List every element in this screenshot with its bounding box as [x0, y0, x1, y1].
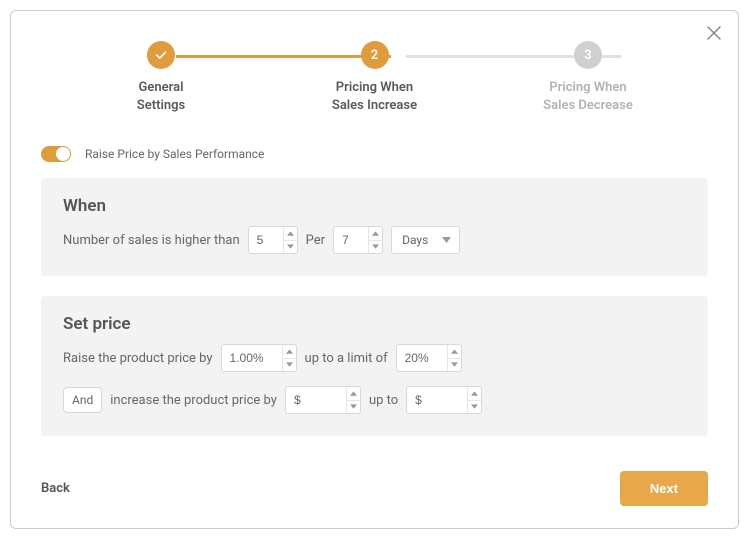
back-button[interactable]: Back — [41, 481, 70, 496]
chevron-up-icon — [284, 227, 297, 241]
chevron-down-icon — [442, 237, 451, 243]
toggle-knob — [56, 147, 70, 161]
chevron-up-icon — [283, 345, 296, 359]
toggle-row: Raise Price by Sales Performance — [41, 146, 708, 162]
per-label: Per — [306, 233, 325, 248]
step-general-settings[interactable]: General Settings — [101, 41, 221, 114]
step-label: Pricing When Sales Increase — [332, 79, 417, 114]
when-panel: When Number of sales is higher than Per … — [41, 178, 708, 276]
raise-percent-field[interactable] — [222, 345, 282, 371]
chevron-up-icon — [369, 227, 382, 241]
stepper-buttons[interactable] — [283, 227, 297, 253]
limit-percent-field[interactable] — [397, 345, 447, 371]
step-pricing-decrease[interactable]: 3 Pricing When Sales Decrease — [528, 41, 648, 114]
panel-title-setprice: Set price — [63, 314, 686, 334]
panel-title-when: When — [63, 196, 686, 216]
wizard-footer: Back Next — [41, 471, 708, 506]
increase-amount-input[interactable] — [285, 386, 361, 414]
increase-amount-field[interactable] — [286, 387, 346, 413]
stepper-buttons[interactable] — [447, 345, 461, 371]
upto-text: up to — [369, 393, 398, 408]
limit-text: up to a limit of — [305, 351, 388, 366]
select-value: Days — [402, 233, 428, 247]
increase-text: increase the product price by — [110, 393, 277, 408]
toggle-label: Raise Price by Sales Performance — [85, 147, 264, 161]
chevron-up-icon — [468, 387, 481, 401]
stepper-buttons[interactable] — [282, 345, 296, 371]
chevron-down-icon — [369, 241, 382, 254]
per-count-field[interactable] — [334, 227, 368, 253]
raise-percent-input[interactable] — [221, 344, 297, 372]
wizard-stepper: General Settings 2 Pricing When Sales In… — [101, 41, 648, 114]
raise-text: Raise the product price by — [63, 351, 213, 366]
per-count-input[interactable] — [333, 226, 383, 254]
chevron-down-icon — [283, 359, 296, 372]
upto-amount-field[interactable] — [407, 387, 467, 413]
step-label: Pricing When Sales Decrease — [543, 79, 633, 114]
step-label: General Settings — [137, 79, 185, 114]
chevron-down-icon — [347, 401, 360, 414]
limit-percent-input[interactable] — [396, 344, 462, 372]
stepper-buttons[interactable] — [467, 387, 481, 413]
chevron-down-icon — [468, 401, 481, 414]
step-number: 3 — [574, 41, 602, 69]
stepper-buttons[interactable] — [368, 227, 382, 253]
close-icon[interactable] — [706, 25, 722, 41]
when-text: Number of sales is higher than — [63, 233, 240, 248]
chevron-down-icon — [448, 359, 461, 372]
raise-price-toggle[interactable] — [41, 146, 71, 162]
next-button[interactable]: Next — [620, 471, 708, 506]
pricing-wizard-modal: General Settings 2 Pricing When Sales In… — [10, 10, 739, 529]
chevron-up-icon — [448, 345, 461, 359]
stepper-buttons[interactable] — [346, 387, 360, 413]
step-number: 2 — [361, 41, 389, 69]
step-pricing-increase[interactable]: 2 Pricing When Sales Increase — [315, 41, 435, 114]
set-price-panel: Set price Raise the product price by up … — [41, 296, 708, 436]
upto-amount-input[interactable] — [406, 386, 482, 414]
and-chip: And — [63, 387, 102, 413]
sales-threshold-input[interactable] — [248, 226, 298, 254]
check-icon — [147, 41, 175, 69]
chevron-up-icon — [347, 387, 360, 401]
chevron-down-icon — [284, 241, 297, 254]
sales-threshold-field[interactable] — [249, 227, 283, 253]
time-unit-select[interactable]: Days — [391, 226, 460, 254]
